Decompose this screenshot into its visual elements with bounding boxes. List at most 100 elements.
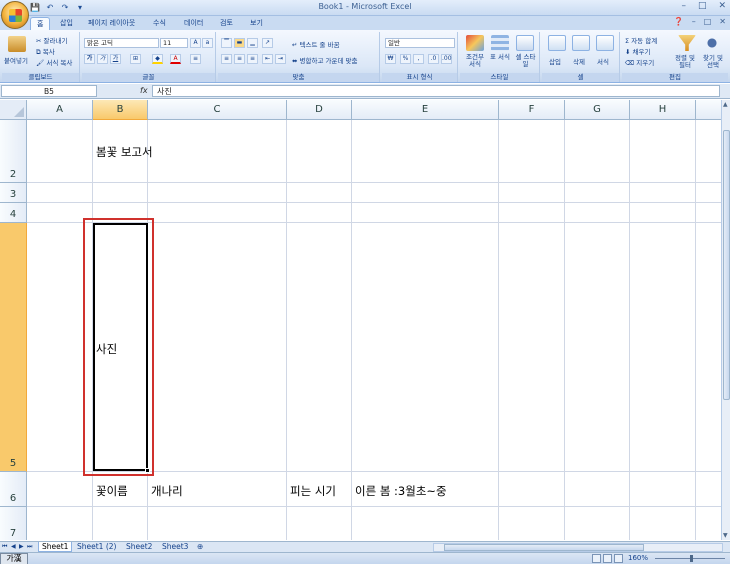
sheet-tab-sheet3[interactable]: Sheet3 bbox=[159, 542, 191, 552]
align-middle-icon[interactable]: ▬ bbox=[234, 38, 245, 48]
tab-formulas[interactable]: 수식 bbox=[147, 17, 172, 30]
increase-indent-icon[interactable]: ⇥ bbox=[275, 54, 286, 64]
table-format-button[interactable]: 표 서식 bbox=[490, 54, 510, 61]
align-center-icon[interactable]: ≡ bbox=[234, 54, 245, 64]
delete-cells-icon[interactable] bbox=[572, 35, 590, 51]
font-color-icon[interactable]: A bbox=[170, 54, 181, 64]
help-icon[interactable]: ❓ bbox=[674, 17, 684, 26]
ribbon-close-button[interactable]: ✕ bbox=[719, 17, 726, 26]
last-sheet-icon[interactable]: ⏭ bbox=[27, 543, 32, 551]
ribbon-restore-button[interactable]: □ bbox=[704, 17, 712, 26]
find-icon[interactable] bbox=[703, 35, 721, 51]
decrease-indent-icon[interactable]: ⇤ bbox=[262, 54, 273, 64]
paste-button[interactable]: 붙여넣기 bbox=[4, 55, 28, 65]
column-header-a[interactable]: A bbox=[27, 100, 93, 120]
align-right-icon[interactable]: ≡ bbox=[247, 54, 258, 64]
conditional-format-icon[interactable] bbox=[466, 35, 484, 51]
cell-styles-icon[interactable] bbox=[516, 35, 534, 51]
prev-sheet-icon[interactable]: ◀ bbox=[11, 543, 16, 550]
increase-decimal-icon[interactable]: .0 bbox=[428, 54, 439, 64]
delete-cells-button[interactable]: 삭제 bbox=[573, 56, 585, 66]
row-header-4[interactable]: 4 bbox=[0, 203, 27, 223]
insert-sheet-icon[interactable]: ⊕ bbox=[194, 542, 206, 552]
comma-button[interactable]: , bbox=[413, 54, 424, 64]
sort-filter-icon[interactable] bbox=[678, 35, 696, 51]
column-header-f[interactable]: F bbox=[499, 100, 565, 120]
copy-button[interactable]: ⧉ 복사 bbox=[36, 46, 55, 57]
office-button[interactable] bbox=[1, 1, 29, 29]
tab-data[interactable]: 데이터 bbox=[178, 17, 209, 30]
clear-button[interactable]: ⌫ 지우기 bbox=[625, 57, 654, 67]
row-header-6[interactable]: 6 bbox=[0, 472, 27, 507]
page-layout-view-icon[interactable] bbox=[603, 554, 612, 563]
tab-page-layout[interactable]: 페이지 레이아웃 bbox=[82, 17, 141, 30]
column-header-c[interactable]: C bbox=[148, 100, 287, 120]
maximize-button[interactable]: □ bbox=[698, 1, 707, 11]
wrap-text-button[interactable]: ↵ 텍스트 줄 바꿈 bbox=[292, 39, 340, 49]
column-header-d[interactable]: D bbox=[287, 100, 352, 120]
font-size-combo[interactable]: 11 bbox=[160, 38, 188, 48]
cell-b2[interactable]: 봄꽃 보고서 bbox=[96, 144, 153, 160]
cell-d6[interactable]: 피는 시기 bbox=[290, 483, 336, 499]
ime-indicator[interactable]: 가漢 bbox=[0, 553, 28, 564]
grow-font-button[interactable]: A bbox=[190, 38, 201, 48]
row-header-3[interactable]: 3 bbox=[0, 183, 27, 203]
insert-function-icon[interactable]: fx bbox=[140, 86, 148, 95]
insert-cells-button[interactable]: 삽입 bbox=[549, 56, 561, 66]
paste-icon[interactable] bbox=[8, 36, 26, 52]
format-cells-button[interactable]: 서식 bbox=[597, 56, 609, 66]
orientation-icon[interactable]: ↗ bbox=[262, 38, 273, 48]
horizontal-scrollbar[interactable] bbox=[433, 543, 723, 552]
sheet-tab-sheet1-2[interactable]: Sheet1 (2) bbox=[74, 542, 119, 552]
font-name-combo[interactable]: 맑은 고딕 bbox=[84, 38, 159, 48]
tab-home[interactable]: 홈 bbox=[30, 17, 51, 30]
name-box[interactable]: B5 bbox=[1, 85, 97, 97]
column-header-next[interactable] bbox=[696, 100, 721, 120]
sheet-tab-sheet1[interactable]: Sheet1 bbox=[38, 542, 73, 552]
find-select-button[interactable]: 찾기 및 선택 bbox=[699, 55, 727, 69]
cell-e6[interactable]: 이른 봄 :3월초~중 bbox=[355, 483, 447, 499]
scroll-up-icon[interactable]: ▲ bbox=[723, 101, 728, 108]
fill-handle[interactable] bbox=[145, 468, 150, 473]
bold-button[interactable]: 가 bbox=[84, 54, 95, 64]
row-header-5[interactable]: 5 bbox=[0, 223, 27, 472]
column-header-g[interactable]: G bbox=[565, 100, 630, 120]
row-header-7[interactable]: 7 bbox=[0, 507, 27, 540]
sort-filter-button[interactable]: 정렬 및 필터 bbox=[672, 55, 698, 69]
phonetic-icon[interactable]: ≡ bbox=[190, 54, 201, 64]
align-top-icon[interactable]: ▔ bbox=[221, 38, 232, 48]
cut-button[interactable]: ✂ 잘라내기 bbox=[36, 35, 67, 45]
fill-button[interactable]: ⬇ 채우기 bbox=[625, 46, 650, 56]
shrink-font-button[interactable]: a bbox=[202, 38, 213, 48]
worksheet-grid[interactable]: A B C D E F G H 2 3 4 5 6 7 봄꽃 보고서 사진 꽃이… bbox=[0, 100, 721, 540]
close-button[interactable]: ✕ bbox=[718, 1, 726, 11]
underline-button[interactable]: 가 bbox=[110, 54, 121, 64]
number-format-combo[interactable]: 일반 bbox=[385, 38, 455, 48]
merge-center-button[interactable]: ⬌ 병합하고 가운데 맞춤 bbox=[292, 55, 357, 65]
horizontal-scroll-thumb[interactable] bbox=[444, 544, 644, 551]
column-header-h[interactable]: H bbox=[630, 100, 696, 120]
next-sheet-icon[interactable]: ▶ bbox=[19, 543, 24, 550]
cell-b5[interactable]: 사진 bbox=[96, 341, 117, 357]
border-icon[interactable]: ⊞ bbox=[130, 54, 141, 64]
normal-view-icon[interactable] bbox=[592, 554, 601, 563]
vertical-scroll-thumb[interactable] bbox=[723, 130, 730, 400]
cell-styles-button[interactable]: 셀 스타일 bbox=[513, 54, 538, 68]
scroll-down-icon[interactable]: ▼ bbox=[723, 532, 728, 539]
autosum-button[interactable]: Σ 자동 합계 bbox=[625, 35, 657, 45]
first-sheet-icon[interactable]: ⏮ bbox=[2, 543, 7, 551]
column-header-b[interactable]: B bbox=[93, 100, 148, 120]
percent-button[interactable]: % bbox=[400, 54, 411, 64]
zoom-slider-thumb[interactable] bbox=[690, 555, 693, 562]
italic-button[interactable]: 가 bbox=[97, 54, 108, 64]
row-header-2[interactable]: 2 bbox=[0, 120, 27, 183]
table-format-icon[interactable] bbox=[491, 35, 509, 51]
align-left-icon[interactable]: ≡ bbox=[221, 54, 232, 64]
fill-color-icon[interactable]: ◆ bbox=[152, 54, 163, 64]
cell-b6[interactable]: 꽃이름 bbox=[96, 483, 128, 499]
sheet-tab-sheet2[interactable]: Sheet2 bbox=[123, 542, 155, 552]
insert-cells-icon[interactable] bbox=[548, 35, 566, 51]
tab-view[interactable]: 보기 bbox=[244, 17, 269, 30]
cell-c6[interactable]: 개나리 bbox=[151, 483, 183, 499]
column-header-e[interactable]: E bbox=[352, 100, 499, 120]
